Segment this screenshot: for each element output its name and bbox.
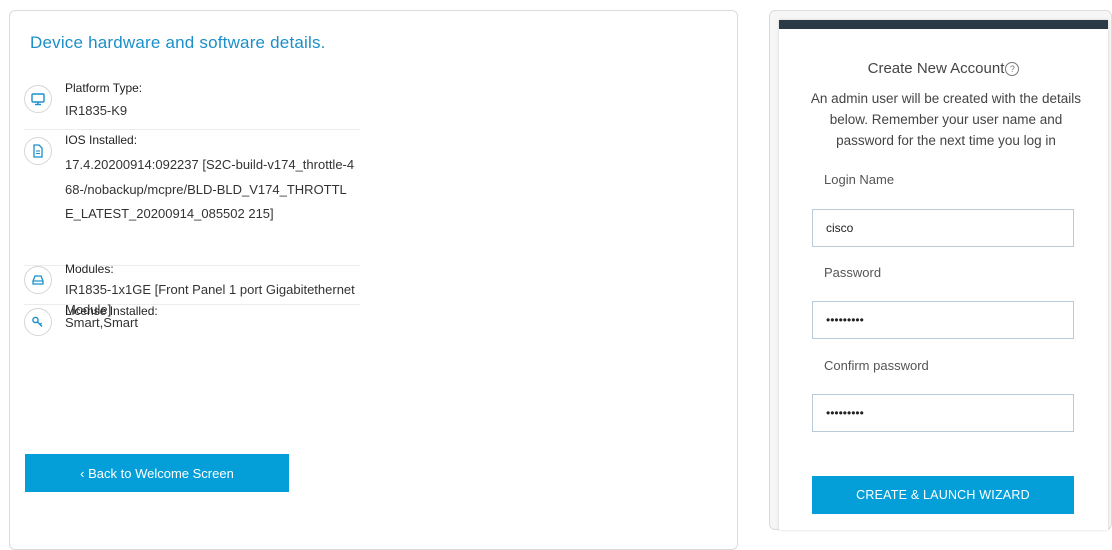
- confirm-password-label: Confirm password: [824, 358, 929, 373]
- key-icon: [24, 308, 52, 336]
- license-installed-value: Smart,Smart: [65, 315, 138, 330]
- card-top-bar: [779, 20, 1108, 29]
- ios-installed-value: 17.4.20200914:092237 [S2C-build-v174_thr…: [65, 157, 355, 221]
- monitor-icon: [24, 85, 52, 113]
- platform-type-label: Platform Type:: [65, 81, 143, 95]
- create-account-title: Create New Account: [867, 60, 1005, 77]
- create-account-title-row: Create New Account?: [779, 60, 1108, 77]
- ios-installed-label: IOS Installed:: [65, 133, 138, 147]
- create-account-card: Create New Account? An admin user will b…: [779, 20, 1108, 530]
- back-to-welcome-button[interactable]: ‹ Back to Welcome Screen: [25, 454, 289, 492]
- device-details-panel: Device hardware and software details. Pl…: [9, 10, 738, 550]
- create-account-description: An admin user will be created with the d…: [810, 91, 1082, 148]
- password-label: Password: [824, 265, 882, 280]
- login-name-input[interactable]: [812, 209, 1074, 247]
- login-name-label: Login Name: [824, 172, 895, 187]
- modules-label: Modules:: [65, 262, 114, 276]
- platform-type-row: Platform Type: IR1835-K9: [24, 81, 360, 130]
- help-icon[interactable]: ?: [1005, 62, 1020, 77]
- create-and-launch-wizard-button[interactable]: CREATE & LAUNCH WIZARD: [812, 476, 1074, 514]
- details-title: Device hardware and software details.: [30, 33, 326, 52]
- ios-installed-row: IOS Installed: 17.4.20200914:092237 [S2C…: [24, 133, 360, 266]
- drive-icon: [24, 266, 52, 294]
- document-icon: [24, 137, 52, 165]
- modules-row: Modules: IR1835-1x1GE [Front Panel 1 por…: [24, 262, 360, 317]
- password-input[interactable]: [812, 301, 1074, 339]
- confirm-password-input[interactable]: [812, 394, 1074, 432]
- license-installed-row: License Installed: Smart,Smart: [24, 304, 360, 346]
- platform-type-value: IR1835-K9: [65, 103, 128, 118]
